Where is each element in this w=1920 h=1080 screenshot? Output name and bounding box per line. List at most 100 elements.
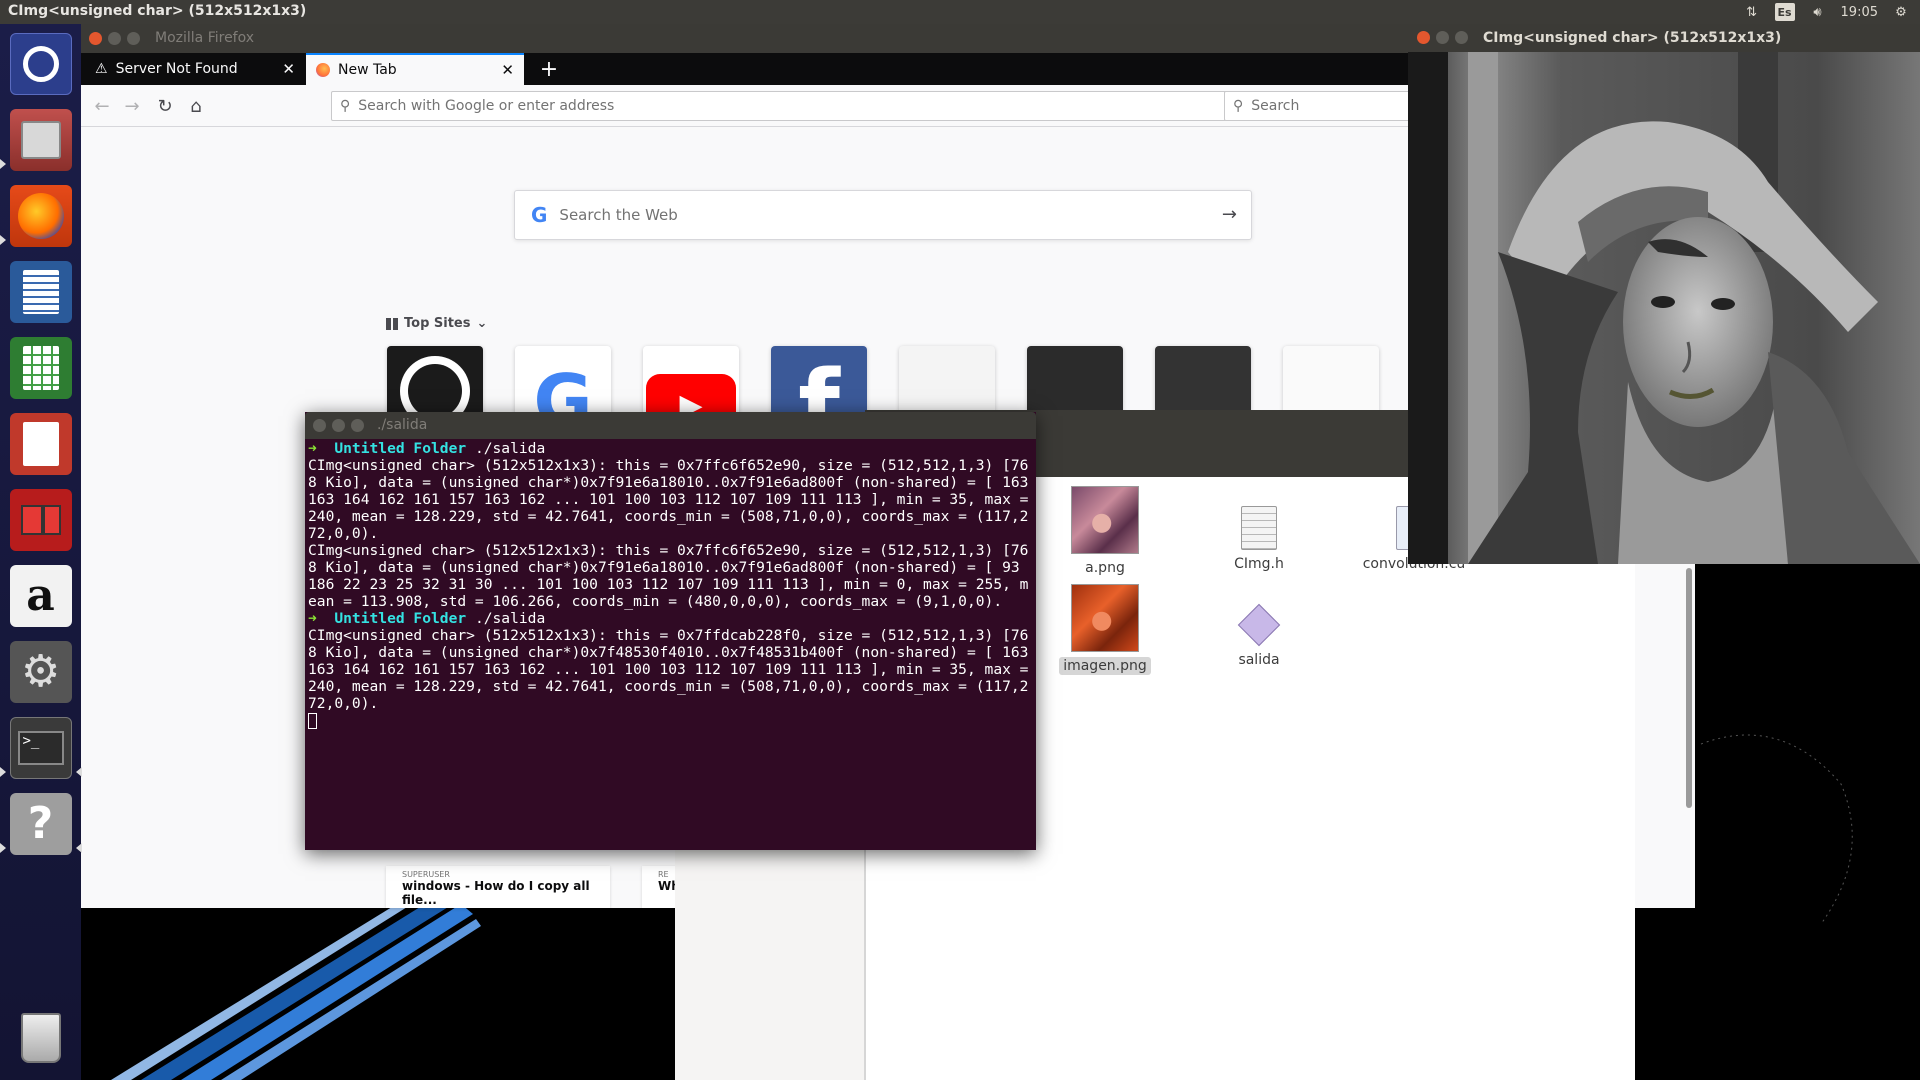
launcher-system-settings[interactable]: ⚙: [7, 638, 74, 705]
highlight-title: windows - How do I copy all file...: [402, 879, 590, 907]
close-button[interactable]: [313, 419, 326, 432]
forward-arrow-icon[interactable]: →: [121, 95, 143, 117]
reload-icon[interactable]: ↻: [154, 95, 176, 117]
window-title: ./salida: [377, 417, 428, 433]
cimg-display-window: CImg<unsigned char> (512x512x1x3): [1408, 24, 1920, 564]
warning-icon: ⚠: [95, 61, 108, 77]
search-icon: ⚲: [1233, 98, 1244, 114]
clock[interactable]: 19:05: [1841, 5, 1878, 20]
file-manager-scrollbar[interactable]: [1686, 568, 1692, 808]
network-icon[interactable]: ⇅: [1743, 3, 1761, 21]
executable-icon: [1237, 603, 1281, 647]
active-indicator: [76, 843, 82, 853]
prompt-arrow-icon: ➜: [308, 440, 335, 457]
command: ./salida: [474, 610, 546, 627]
file-item-imagen-png[interactable]: imagen.png: [1045, 584, 1165, 675]
top-sites-header[interactable]: Top Sites ⌄: [386, 316, 487, 331]
search-placeholder: Search: [1251, 98, 1300, 114]
grayscale-portrait-image: [1408, 52, 1920, 564]
ubuntu-logo-icon: [9, 32, 72, 95]
active-indicator: [76, 767, 82, 777]
tab-label: New Tab: [338, 62, 397, 78]
chevron-down-icon: ⌄: [476, 316, 488, 331]
launcher-impress[interactable]: [7, 410, 74, 477]
launcher-files[interactable]: [7, 106, 74, 173]
grid-icon: [386, 317, 398, 330]
launcher-app-red[interactable]: [7, 486, 74, 553]
close-button[interactable]: [1417, 31, 1430, 44]
volume-icon[interactable]: 🔊︎: [1809, 3, 1827, 21]
image-thumbnail-icon: [1071, 486, 1139, 554]
highlight-card[interactable]: SUPERUSER windows - How do I copy all fi…: [386, 866, 610, 908]
presentation-icon: [9, 412, 72, 475]
text-cursor: [308, 713, 317, 729]
launcher-amazon[interactable]: a: [7, 562, 74, 629]
home-icon[interactable]: ⌂: [185, 95, 207, 117]
web-search-placeholder: Search the Web: [559, 206, 678, 224]
launcher-firefox[interactable]: [7, 182, 74, 249]
close-button[interactable]: [89, 32, 102, 45]
file-cabinet-icon: [9, 108, 72, 171]
prompt-line: ➜ Untitled Folder ./salida: [308, 610, 1033, 627]
active-window-title: CImg<unsigned char> (512x512x1x3): [8, 3, 307, 19]
running-indicator: [0, 235, 6, 245]
cimg-titlebar: CImg<unsigned char> (512x512x1x3): [1408, 24, 1920, 52]
launcher-help[interactable]: ?: [7, 790, 74, 857]
prompt-arrow-icon: ➜: [308, 610, 335, 627]
prompt-directory: Untitled Folder: [334, 610, 467, 627]
window-title: Mozilla Firefox: [155, 30, 255, 46]
launcher-terminal[interactable]: >_: [7, 714, 74, 781]
app-grid-icon: [9, 488, 72, 551]
terminal-titlebar: ./salida: [305, 412, 1036, 439]
maximize-button[interactable]: [1455, 31, 1468, 44]
minimize-button[interactable]: [108, 32, 121, 45]
spreadsheet-icon: [9, 336, 72, 399]
prompt-line: ➜ Untitled Folder ./salida: [308, 440, 1033, 457]
top-site-thumbnail[interactable]: [1027, 346, 1123, 442]
file-item-cimg-h[interactable]: CImg.h: [1199, 506, 1319, 572]
running-indicator: [0, 159, 6, 169]
top-site-thumbnail[interactable]: [1155, 346, 1251, 442]
search-icon: ⚲: [340, 98, 351, 114]
maximize-button[interactable]: [351, 419, 364, 432]
back-arrow-icon[interactable]: ←: [91, 95, 113, 117]
close-tab-icon[interactable]: ✕: [282, 60, 295, 78]
url-placeholder: Search with Google or enter address: [358, 98, 615, 114]
new-tab-button[interactable]: +: [533, 53, 565, 85]
file-name: imagen.png: [1059, 657, 1151, 675]
maximize-button[interactable]: [127, 32, 140, 45]
running-indicator: [0, 843, 6, 853]
search-submit-arrow-icon[interactable]: →: [1222, 204, 1237, 225]
file-item-salida[interactable]: salida: [1199, 603, 1319, 668]
keyboard-layout-indicator[interactable]: Es: [1774, 3, 1795, 21]
minimize-button[interactable]: [332, 419, 345, 432]
minimize-button[interactable]: [1436, 31, 1449, 44]
gear-icon[interactable]: ⚙: [1892, 3, 1910, 21]
tab-new-tab[interactable]: New Tab ✕: [306, 53, 524, 85]
terminal-icon: >_: [9, 716, 72, 779]
firefox-icon: [9, 184, 72, 247]
launcher-trash[interactable]: [7, 1004, 74, 1071]
close-tab-icon[interactable]: ✕: [501, 61, 514, 79]
output-block: CImg<unsigned char> (512x512x1x3): this …: [308, 542, 1029, 610]
url-bar[interactable]: ⚲ Search with Google or enter address: [331, 91, 1227, 121]
command: ./salida: [474, 440, 546, 457]
terminal-output[interactable]: ➜ Untitled Folder ./salida CImg<unsigned …: [305, 440, 1036, 850]
top-site-thumbnail[interactable]: [1283, 346, 1379, 442]
tab-server-not-found[interactable]: ⚠ Server Not Found ✕: [85, 53, 305, 85]
web-search-box[interactable]: G Search the Web →: [514, 190, 1252, 240]
output-block: CImg<unsigned char> (512x512x1x3): this …: [308, 627, 1038, 712]
file-name: salida: [1238, 652, 1280, 668]
file-name: a.png: [1085, 560, 1125, 576]
tab-label: Server Not Found: [115, 61, 238, 77]
top-panel: CImg<unsigned char> (512x512x1x3) ⇅ Es 🔊…: [0, 0, 1920, 24]
google-g-icon: G: [531, 203, 548, 227]
launcher-ubuntu-dash[interactable]: [7, 30, 74, 97]
launcher-calc[interactable]: [7, 334, 74, 401]
unity-launcher: a ⚙ >_ ?: [0, 24, 82, 1080]
highlight-source: SUPERUSER: [402, 870, 450, 879]
document-writer-icon: [9, 260, 72, 323]
firefox-favicon-icon: [316, 63, 330, 77]
launcher-writer[interactable]: [7, 258, 74, 325]
file-item-a-png[interactable]: a.png: [1045, 486, 1165, 576]
